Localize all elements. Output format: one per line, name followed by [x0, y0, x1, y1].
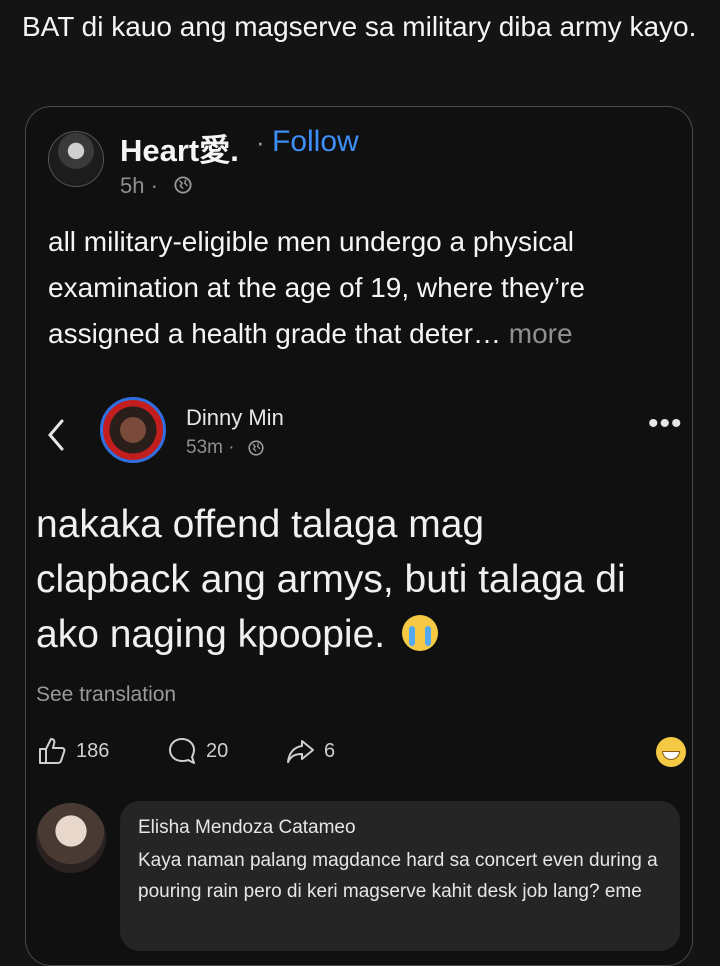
- back-chevron-icon[interactable]: [44, 415, 68, 455]
- see-translation-link[interactable]: See translation: [36, 683, 176, 707]
- follow-button[interactable]: Follow: [272, 125, 359, 159]
- separator-dot: ·: [256, 127, 265, 157]
- screenshot-post-time: 53m ·: [186, 437, 235, 458]
- quoted-author-name[interactable]: Heart愛.: [120, 125, 239, 170]
- globe-icon: [174, 176, 192, 194]
- globe-icon: [248, 440, 264, 456]
- like-button[interactable]: 186: [36, 735, 109, 767]
- share-count: 6: [324, 739, 336, 762]
- more-options-icon[interactable]: •••: [648, 407, 683, 441]
- quoted-post-card[interactable]: Heart愛. · Follow 5h · all military‑eligi…: [25, 106, 693, 966]
- grinning-emoji-icon[interactable]: [656, 737, 686, 767]
- comment-text: Kaya naman palang magdance hard sa conce…: [138, 850, 658, 902]
- commenter-avatar[interactable]: [36, 803, 106, 873]
- more-link[interactable]: more: [509, 318, 573, 349]
- quoted-post-text: all military‑eligible men undergo a phys…: [48, 226, 586, 349]
- quoted-post-time: 5h ·: [120, 173, 158, 198]
- screenshot-author-avatar[interactable]: [100, 397, 166, 463]
- thumbs-up-icon: [39, 738, 66, 764]
- commenter-name[interactable]: Elisha Mendoza Catameo: [138, 817, 356, 839]
- screenshot-author-name[interactable]: Dinny Min: [186, 405, 284, 431]
- crying-emoji-icon: [401, 615, 438, 651]
- quoted-post-body: all military‑eligible men undergo a phys…: [48, 219, 678, 357]
- screenshot-post-text: nakaka offend talaga mag clapback ang ar…: [36, 503, 626, 656]
- screenshot-post-body: nakaka offend talaga mag clapback ang ar…: [36, 497, 636, 662]
- comment-icon: [169, 738, 195, 764]
- share-button[interactable]: 6: [284, 735, 335, 767]
- like-count: 186: [76, 739, 110, 762]
- post-text: BAT di kauo ang magserve sa military dib…: [22, 11, 697, 42]
- comment-bubble: Elisha Mendoza Catameo Kaya naman palang…: [120, 801, 680, 951]
- quoted-author-avatar[interactable]: [48, 131, 104, 187]
- comment-count: 20: [206, 739, 229, 762]
- share-arrow-icon: [287, 740, 314, 763]
- comment-button[interactable]: 20: [166, 735, 228, 767]
- embedded-screenshot: Dinny Min 53m · ••• nakaka offend talaga…: [26, 385, 692, 965]
